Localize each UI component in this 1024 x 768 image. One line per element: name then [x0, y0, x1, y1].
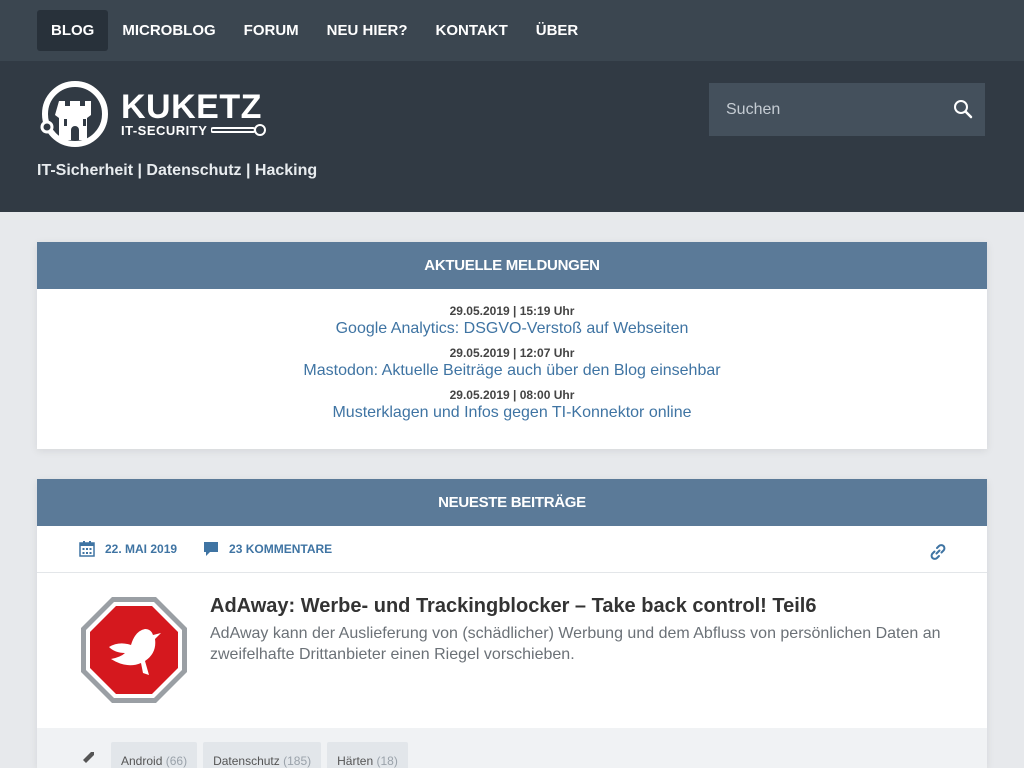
news-link[interactable]: Musterklagen und Infos gegen TI-Konnekto… [37, 403, 987, 423]
post-comments[interactable]: 23 KOMMENTARE [203, 541, 332, 557]
site-logo[interactable]: KUKETZ IT-SECURITY [37, 81, 267, 147]
post-title[interactable]: AdAway: Werbe- und Trackingblocker – Tak… [210, 595, 947, 617]
adaway-logo-icon[interactable] [79, 595, 189, 705]
comment-icon [204, 542, 219, 556]
tag-android[interactable]: Android (66) [111, 742, 198, 768]
search-icon[interactable] [953, 99, 973, 124]
tag-count: (66) [165, 754, 188, 768]
tag-label: Android [121, 754, 163, 768]
news-panel: AKTUELLE MELDUNGEN 29.05.2019 | 15:19 Uh… [37, 242, 987, 449]
key-icon [211, 124, 267, 136]
logo-title: KUKETZ [121, 87, 262, 126]
nav-item-kontakt[interactable]: KONTAKT [422, 10, 522, 51]
latest-posts-panel: NEUESTE BEITRÄGE 22. MAI 2019 23 KOMMENT… [37, 479, 987, 768]
nav-item-neu-hier[interactable]: NEU HIER? [313, 10, 422, 51]
nav-item-microblog[interactable]: MICROBLOG [108, 10, 229, 51]
site-header: KUKETZ IT-SECURITY IT-Sicherheit | Daten… [0, 61, 1024, 212]
news-link[interactable]: Mastodon: Aktuelle Beiträge auch über de… [37, 361, 987, 381]
news-date: 29.05.2019 | 15:19 Uhr [449, 304, 575, 318]
news-date: 29.05.2019 | 12:07 Uhr [449, 346, 575, 360]
post-date-text: 22. MAI 2019 [105, 542, 178, 556]
search-box[interactable] [709, 83, 985, 136]
news-panel-heading: AKTUELLE MELDUNGEN [37, 242, 987, 289]
search-input[interactable] [726, 100, 946, 119]
news-item: 29.05.2019 | 15:19 Uhr Google Analytics:… [37, 303, 987, 339]
news-date: 29.05.2019 | 08:00 Uhr [449, 388, 575, 402]
nav-item-forum[interactable]: FORUM [230, 10, 313, 51]
nav-item-blog[interactable]: BLOG [37, 10, 109, 51]
tag-count: (185) [283, 754, 312, 768]
news-link[interactable]: Google Analytics: DSGVO-Verstoß auf Webs… [37, 319, 987, 339]
castle-logo-icon [40, 81, 108, 147]
tag-count: (18) [376, 754, 398, 768]
post-meta: 22. MAI 2019 23 KOMMENTARE [37, 526, 987, 573]
post-comments-text: 23 KOMMENTARE [229, 542, 333, 556]
tag-datenschutz[interactable]: Datenschutz (185) [203, 742, 322, 768]
news-item: 29.05.2019 | 08:00 Uhr Musterklagen und … [37, 387, 987, 423]
post-entry: AdAway: Werbe- und Trackingblocker – Tak… [37, 573, 987, 728]
tag-label: Härten [337, 754, 374, 768]
permalink-icon[interactable] [929, 543, 947, 566]
post-tags: Android (66) Datenschutz (185) Härten (1… [37, 728, 987, 768]
tag-label: Datenschutz [213, 754, 280, 768]
news-item: 29.05.2019 | 12:07 Uhr Mastodon: Aktuell… [37, 345, 987, 381]
nav-item-ueber[interactable]: ÜBER [522, 10, 593, 51]
post-date[interactable]: 22. MAI 2019 [79, 541, 177, 557]
posts-panel-heading: NEUESTE BEITRÄGE [37, 479, 987, 526]
top-navigation: BLOG MICROBLOG FORUM NEU HIER? KONTAKT Ü… [0, 0, 1024, 61]
site-tagline: IT-Sicherheit | Datenschutz | Hacking [37, 162, 318, 179]
calendar-icon [79, 541, 95, 557]
logo-subtitle: IT-SECURITY [121, 122, 208, 138]
tag-haerten[interactable]: Härten (18) [327, 742, 408, 768]
post-excerpt: AdAway kann der Auslieferung von (schädl… [210, 625, 941, 663]
tag-icon [81, 750, 95, 768]
